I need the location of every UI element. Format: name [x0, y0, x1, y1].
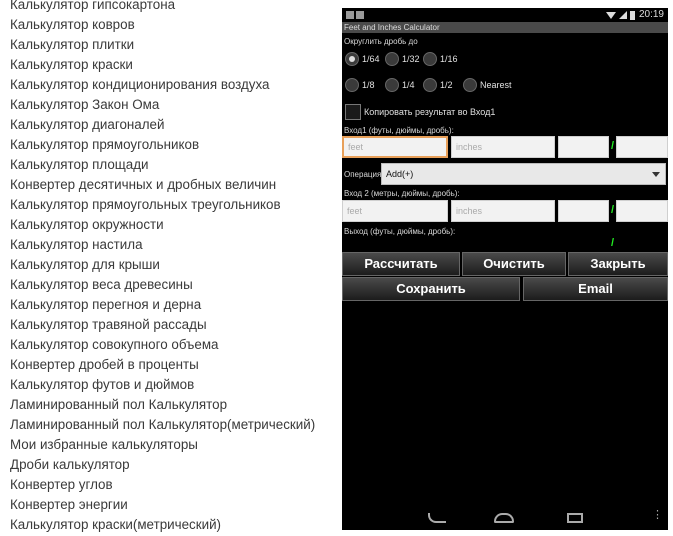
list-item[interactable]: Калькулятор для крыши — [10, 255, 340, 275]
list-item[interactable]: Ламинированный пол Калькулятор(метрическ… — [10, 415, 340, 435]
input1-feet-field[interactable]: feet — [342, 136, 448, 158]
list-item[interactable]: Калькулятор веса древесины — [10, 275, 340, 295]
input2-feet-field[interactable]: feet — [342, 200, 448, 222]
input2-denominator-field[interactable] — [616, 200, 668, 222]
status-time: 20:19 — [638, 9, 664, 20]
menu-icon[interactable]: ⋮ — [652, 510, 663, 525]
input1-denominator-field[interactable] — [616, 136, 668, 158]
status-bar: 20:19 — [342, 8, 668, 22]
input2-numerator-field[interactable] — [558, 200, 609, 222]
recent-apps-icon[interactable] — [567, 513, 583, 523]
list-item[interactable]: Калькулятор гипсокартона — [10, 0, 340, 15]
back-icon[interactable] — [428, 513, 446, 523]
copy-result-label: Копировать результат во Вход1 — [364, 107, 496, 117]
copy-result-checkbox[interactable] — [345, 104, 361, 120]
operation-select[interactable]: Add(+) — [381, 163, 666, 185]
navigation-bar: ⋮ — [342, 508, 668, 530]
list-item[interactable]: Калькулятор настила — [10, 235, 340, 255]
home-icon[interactable] — [494, 513, 514, 523]
list-item[interactable]: Конвертер энергии — [10, 495, 340, 515]
notification-icon — [356, 11, 364, 19]
phone-screen: 20:19 Feet and Inches Calculator Округли… — [342, 8, 668, 530]
radio-1-64[interactable] — [345, 52, 359, 66]
calculator-list: Калькулятор гипсокартона Калькулятор ков… — [10, 0, 340, 535]
input2-label: Вход 2 (метры, дюймы, дробь): — [344, 189, 460, 198]
list-item[interactable]: Калькулятор Закон Ома — [10, 95, 340, 115]
close-button[interactable]: Закрыть — [568, 252, 668, 276]
radio-1-16-label: 1/16 — [440, 54, 458, 64]
operation-value: Add(+) — [386, 169, 414, 179]
radio-1-4[interactable] — [385, 78, 399, 92]
list-item[interactable]: Калькулятор прямоугольных треугольников — [10, 195, 340, 215]
list-item[interactable]: Конвертер дробей в проценты — [10, 355, 340, 375]
list-item[interactable]: Калькулятор площади — [10, 155, 340, 175]
radio-nearest[interactable] — [463, 78, 477, 92]
operation-label: Операция: — [344, 170, 384, 179]
radio-1-2-label: 1/2 — [440, 80, 453, 90]
list-item[interactable]: Калькулятор кондиционирования воздуха — [10, 75, 340, 95]
battery-icon — [629, 10, 635, 20]
radio-nearest-label: Nearest — [480, 80, 512, 90]
notification-icon — [346, 11, 354, 19]
list-item[interactable]: Мои избранные калькуляторы — [10, 435, 340, 455]
list-item[interactable]: Конвертер десятичных и дробных величин — [10, 175, 340, 195]
list-item[interactable]: Калькулятор ковров — [10, 15, 340, 35]
radio-1-8[interactable] — [345, 78, 359, 92]
radio-1-2[interactable] — [423, 78, 437, 92]
save-button[interactable]: Сохранить — [342, 277, 520, 301]
list-item[interactable]: Ламинированный пол Калькулятор — [10, 395, 340, 415]
list-item[interactable]: Дроби калькулятор — [10, 455, 340, 475]
list-item[interactable]: Калькулятор совокупного объема — [10, 335, 340, 355]
list-item[interactable]: Калькулятор футов и дюймов — [10, 375, 340, 395]
email-button[interactable]: Email — [523, 277, 668, 301]
list-item[interactable]: Калькулятор краски(метрический) — [10, 515, 340, 535]
round-label: Округлить дробь до — [344, 37, 418, 46]
radio-1-64-label: 1/64 — [362, 54, 380, 64]
list-item[interactable]: Конвертер углов — [10, 475, 340, 495]
dropdown-arrow-icon — [652, 172, 660, 177]
list-item[interactable]: Калькулятор прямоугольников — [10, 135, 340, 155]
signal-icon — [618, 11, 627, 19]
wifi-icon — [605, 11, 616, 19]
input2-inches-field[interactable]: inches — [451, 200, 555, 222]
radio-1-32[interactable] — [385, 52, 399, 66]
list-item[interactable]: Калькулятор окружности — [10, 215, 340, 235]
input1-fraction-slash: / — [611, 140, 615, 152]
calculate-button[interactable]: Рассчитать — [342, 252, 460, 276]
clear-button[interactable]: Очистить — [462, 252, 566, 276]
input1-inches-field[interactable]: inches — [451, 136, 555, 158]
list-item[interactable]: Калькулятор плитки — [10, 35, 340, 55]
list-item[interactable]: Калькулятор диагоналей — [10, 115, 340, 135]
app-title: Feet and Inches Calculator — [342, 22, 668, 33]
output-fraction-slash: / — [611, 237, 615, 249]
input2-fraction-slash: / — [611, 204, 615, 216]
list-item[interactable]: Калькулятор перегноя и дерна — [10, 295, 340, 315]
output-label: Выход (футы, дюймы, дробь): — [344, 227, 456, 236]
radio-1-4-label: 1/4 — [402, 80, 415, 90]
radio-1-8-label: 1/8 — [362, 80, 375, 90]
list-item[interactable]: Калькулятор краски — [10, 55, 340, 75]
list-item[interactable]: Калькулятор травяной рассады — [10, 315, 340, 335]
input1-label: Вход1 (футы, дюймы, дробь): — [344, 126, 454, 135]
radio-1-16[interactable] — [423, 52, 437, 66]
radio-1-32-label: 1/32 — [402, 54, 420, 64]
input1-numerator-field[interactable] — [558, 136, 609, 158]
